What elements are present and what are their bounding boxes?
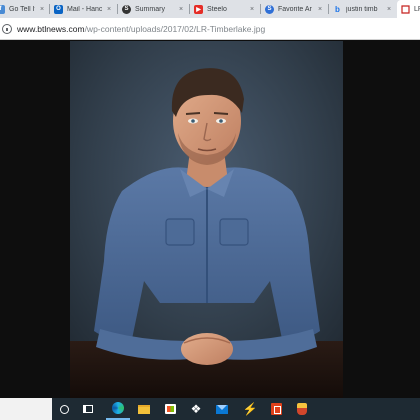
tab-lr-timberlake[interactable]: LR — [397, 0, 420, 18]
close-icon[interactable]: × — [105, 6, 113, 13]
tab-justin-timberlake[interactable]: b justin timb × — [329, 0, 396, 18]
outlook-icon: O — [54, 4, 63, 14]
taskbar: ❖ ⚡ — [0, 398, 420, 420]
tab-go-tell-it[interactable]: f Go Tell It O × — [0, 0, 49, 18]
image-icon — [401, 4, 410, 14]
tab-title: Favorite Ar — [278, 5, 312, 13]
tab-title: Mail - Hanc — [67, 5, 102, 13]
search-box[interactable] — [0, 398, 52, 420]
bing-icon: b — [335, 4, 340, 14]
tab-steelo[interactable]: ▶ Steelo × — [190, 0, 259, 18]
close-icon[interactable]: × — [316, 6, 324, 13]
office-icon[interactable] — [264, 398, 288, 420]
file-explorer-icon[interactable] — [132, 398, 156, 420]
close-icon[interactable]: × — [385, 6, 393, 13]
tab-title: LR — [414, 5, 420, 13]
tab-title: Summary — [135, 5, 165, 13]
image-viewport — [0, 41, 420, 398]
store-icon[interactable] — [158, 398, 182, 420]
close-icon[interactable]: × — [177, 6, 185, 13]
portrait-illustration — [70, 41, 343, 398]
youtube-icon: ▶ — [194, 4, 203, 14]
close-icon[interactable]: × — [248, 6, 256, 13]
url-domain: www.btlnews.com — [17, 23, 85, 34]
facebook-icon: f — [0, 4, 5, 14]
tab-title: Steelo — [207, 5, 227, 13]
address-bar[interactable]: www.btlnews.com/wp-content/uploads/2017/… — [0, 18, 420, 40]
summary-icon: S — [122, 4, 131, 14]
task-view-icon[interactable] — [76, 398, 100, 420]
url-path: /wp-content/uploads/2017/02/LR-Timberlak… — [84, 23, 266, 34]
portrait-image[interactable] — [70, 41, 343, 398]
game-icon[interactable] — [290, 398, 314, 420]
site-icon: S — [265, 4, 274, 14]
site-info-icon[interactable] — [2, 23, 12, 34]
mail-icon[interactable] — [210, 398, 234, 420]
lightning-icon[interactable]: ⚡ — [238, 398, 262, 420]
url-text[interactable]: www.btlnews.com/wp-content/uploads/2017/… — [17, 24, 265, 34]
tab-mail[interactable]: O Mail - Hanc × — [50, 0, 116, 18]
tab-title: justin timb — [346, 5, 378, 13]
tab-strip: f Go Tell It O × O Mail - Hanc × S Summa… — [0, 0, 420, 18]
tab-summary[interactable]: S Summary × — [118, 0, 188, 18]
edge-icon[interactable] — [106, 398, 130, 420]
tab-favorite[interactable]: S Favorite Ar × — [261, 0, 327, 18]
dropbox-icon[interactable]: ❖ — [184, 398, 208, 420]
tab-title: Go Tell It O — [9, 5, 35, 13]
close-icon[interactable]: × — [38, 6, 46, 13]
cortana-icon[interactable] — [52, 398, 76, 420]
